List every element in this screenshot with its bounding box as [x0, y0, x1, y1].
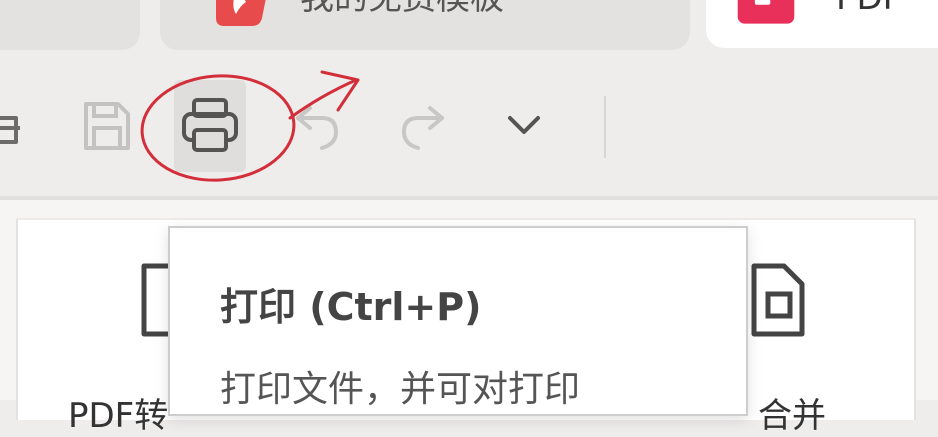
redo-button[interactable] — [386, 80, 458, 172]
print-icon — [182, 98, 238, 152]
pdf-app-icon — [737, 0, 795, 24]
tool-card-label[interactable]: 合并 — [758, 388, 826, 437]
tab-strip: 我的免费模板 PDF — [0, 0, 938, 60]
tooltip-title: 打印 (Ctrl+P) — [220, 285, 482, 329]
chevron-down-icon — [508, 116, 540, 134]
tool-card-label[interactable]: PDF转 — [68, 388, 168, 437]
tooltip-description: 打印文件，并可对打印 — [220, 369, 581, 410]
merge-file-icon — [751, 263, 805, 337]
app-logo-icon — [216, 0, 266, 26]
tab-free-templates[interactable]: 我的免费模板 — [160, 0, 690, 50]
tab-pdf[interactable]: PDF — [706, 0, 938, 48]
undo-button[interactable] — [282, 80, 354, 172]
redo-icon — [401, 106, 444, 150]
save-button[interactable] — [70, 80, 142, 172]
print-tooltip: 打印 (Ctrl+P) 打印文件，并可对打印 — [168, 226, 748, 416]
tab-title: PDF — [836, 0, 902, 18]
toolbar-separator — [604, 96, 606, 158]
customize-toolbar-dropdown[interactable] — [488, 80, 560, 172]
tab-title: 我的免费模板 — [300, 0, 504, 18]
open-folder-icon — [0, 116, 20, 144]
open-button[interactable] — [0, 80, 32, 172]
save-icon — [84, 102, 130, 150]
tab-previous[interactable] — [0, 0, 140, 50]
undo-icon — [296, 106, 339, 150]
print-button[interactable] — [174, 80, 246, 172]
quick-access-toolbar — [0, 60, 938, 198]
